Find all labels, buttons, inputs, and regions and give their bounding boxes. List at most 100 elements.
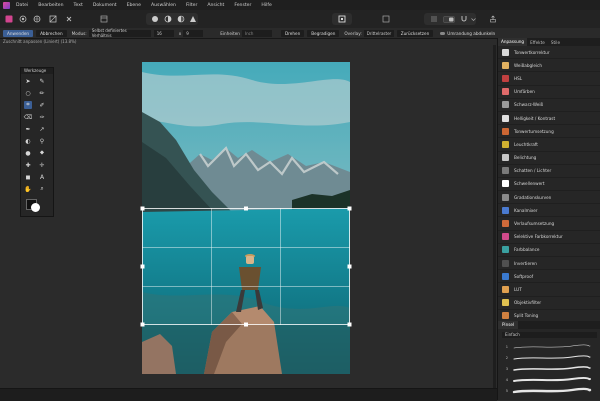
adjustment-icon <box>502 127 509 135</box>
background-color-swatch[interactable] <box>31 203 40 212</box>
adjustment-icon <box>502 299 509 307</box>
adjustment-item[interactable]: Belichtung <box>498 152 600 165</box>
move-tool-icon[interactable]: ➤ <box>24 77 32 85</box>
brushes-panel: Einfach 1 2 3 4 5 <box>498 329 600 400</box>
adjustment-icon <box>502 154 509 162</box>
adjustment-icon <box>502 206 509 214</box>
brush-item[interactable]: 2 <box>498 352 600 363</box>
adjustment-item[interactable]: Gradationskurven <box>498 191 600 205</box>
vertical-scrollbar[interactable] <box>493 45 496 388</box>
adjustment-icon <box>502 101 509 109</box>
adjustment-label: Tonwertumsetzung <box>514 128 554 134</box>
adjustment-label: Invertieren <box>514 260 537 266</box>
selection-brush-icon[interactable]: ✏ <box>38 89 46 97</box>
adjustment-item[interactable]: Helligkeit / Kontrast <box>498 112 600 126</box>
adjustment-icon <box>502 61 509 69</box>
adjustment-label: Kanalmixer <box>514 207 538 213</box>
adjustment-label: Weißabgleich <box>514 62 543 68</box>
adjustment-label: Schwarz-Weiß <box>514 102 544 108</box>
paint-brush-icon[interactable]: ✐ <box>38 101 46 109</box>
brush-list: 1 2 3 4 5 <box>498 341 600 396</box>
adjustment-item[interactable]: Weißabgleich <box>498 59 600 73</box>
brush-stroke-preview <box>513 344 591 348</box>
adjustment-item[interactable]: Umfärben <box>498 86 600 99</box>
brush-tool-icon[interactable]: ✑ <box>38 113 46 121</box>
clone-tool-icon[interactable]: ✚ <box>24 161 32 169</box>
brush-item[interactable]: 4 <box>498 374 600 385</box>
brushes-panel-header: Pinsel <box>498 321 600 329</box>
adjustment-icon <box>502 285 509 293</box>
adjustment-label: Umfärben <box>514 89 535 95</box>
adjustment-label: LUT <box>514 286 522 292</box>
blur-tool-icon[interactable]: ⬥ <box>38 149 46 157</box>
adjustment-icon <box>502 312 509 320</box>
brush-item[interactable]: 3 <box>498 363 600 374</box>
adjustment-label: Helligkeit / Kontrast <box>514 115 556 121</box>
lasso-tool-icon[interactable]: ○ <box>24 89 32 97</box>
brush-size-label: 2 <box>505 355 508 360</box>
adjustment-item[interactable]: Schatten / Lichter <box>498 165 600 178</box>
brush-stroke-preview <box>512 387 592 393</box>
adjustment-label: Belichtung <box>514 155 537 161</box>
shape-tool-icon[interactable]: ◼ <box>24 173 32 181</box>
brush-size-label: 1 <box>505 344 508 349</box>
adjustment-item[interactable]: Invertieren <box>498 257 600 271</box>
adjustment-label: Schatten / Lichter <box>514 168 552 174</box>
tab-anpassung[interactable]: Anpassung <box>498 38 528 46</box>
crop-tool-icon[interactable]: ⌗ <box>24 101 32 109</box>
brush-item[interactable]: 5 <box>498 385 600 396</box>
dodge-tool-icon[interactable]: ● <box>24 149 32 157</box>
adjustment-item[interactable]: HSL <box>498 72 600 86</box>
adjustment-item[interactable]: LUT <box>498 283 600 297</box>
adjustment-icon <box>502 114 509 122</box>
eraser-tool-icon[interactable]: ⌫ <box>24 113 32 121</box>
tab-pinsel[interactable]: Pinsel <box>498 321 519 329</box>
adjustment-label: Schwellenwert <box>514 181 545 187</box>
brush-stroke-preview <box>513 376 591 382</box>
adjustment-item[interactable]: Leuchtkraft <box>498 138 600 152</box>
brush-item[interactable]: 1 <box>498 341 600 352</box>
brush-size-label: 4 <box>505 377 508 382</box>
adjustment-label: Selektive Farbkorrektur <box>514 234 563 240</box>
fill-tool-icon[interactable]: ◐ <box>24 137 32 145</box>
brush-size-label: 5 <box>505 388 508 393</box>
adjustment-item[interactable]: Softproof <box>498 270 600 284</box>
adjustment-item[interactable]: Verlaufsumsetzung <box>498 217 600 231</box>
tab-effekte[interactable]: Effekte <box>527 40 548 45</box>
tools-panel: Werkzeuge ➤ ✎ ○ ✏ ⌗ ✐ ⌫ ✑ ✒ ↗ ◐ ⚲ ● ⬥ ✚ … <box>20 67 54 217</box>
tab-stile[interactable]: Stile <box>548 40 563 45</box>
gradient-tool-icon[interactable]: ⚲ <box>38 137 46 145</box>
adjustment-label: Softproof <box>514 273 534 279</box>
adjustment-item[interactable]: Schwarz-Weiß <box>498 99 600 112</box>
adjustment-label: Tonwertkorrektur <box>514 49 550 55</box>
adjustment-label: Gradationskurven <box>514 194 552 200</box>
adjustment-item[interactable]: Kanalmixer <box>498 204 600 218</box>
adjustment-icon <box>502 140 509 148</box>
adjustment-icon <box>502 167 509 175</box>
adjustment-icon <box>502 233 509 241</box>
healing-tool-icon[interactable]: ✛ <box>38 161 46 169</box>
adjustment-label: Farbbalance <box>514 247 540 253</box>
tools-panel-title: Werkzeuge <box>21 68 53 74</box>
adjustment-item[interactable]: Selektive Farbkorrektur <box>498 231 600 244</box>
brush-category-select[interactable]: Einfach <box>502 332 597 338</box>
adjustment-item[interactable]: Tonwertkorrektur <box>498 46 600 60</box>
zoom-tool-icon[interactable]: ⌕ <box>38 185 46 193</box>
bottom-bar <box>0 388 497 401</box>
panel-tabs: Anpassung Effekte Stile <box>498 38 600 46</box>
text-tool-icon[interactable]: A <box>38 173 46 181</box>
smudge-tool-icon[interactable]: ↗ <box>38 125 46 133</box>
brush-size-label: 3 <box>505 366 508 371</box>
adjustment-label: HSL <box>514 75 523 81</box>
adjustment-item[interactable]: Objektivfilter <box>498 297 600 310</box>
adjustment-icon <box>502 180 509 188</box>
adjustment-item[interactable]: Farbbalance <box>498 244 600 257</box>
adjustment-icon <box>502 246 509 254</box>
view-tool-icon[interactable]: ✎ <box>38 77 46 85</box>
adjustment-icon <box>502 88 509 96</box>
adjustment-icon <box>502 48 509 56</box>
adjustment-item[interactable]: Tonwertumsetzung <box>498 125 600 139</box>
adjustment-item[interactable]: Schwellenwert <box>498 178 600 192</box>
hand-tool-icon[interactable]: ✋ <box>24 185 32 193</box>
paint-mixer-icon[interactable]: ✒ <box>24 125 32 133</box>
